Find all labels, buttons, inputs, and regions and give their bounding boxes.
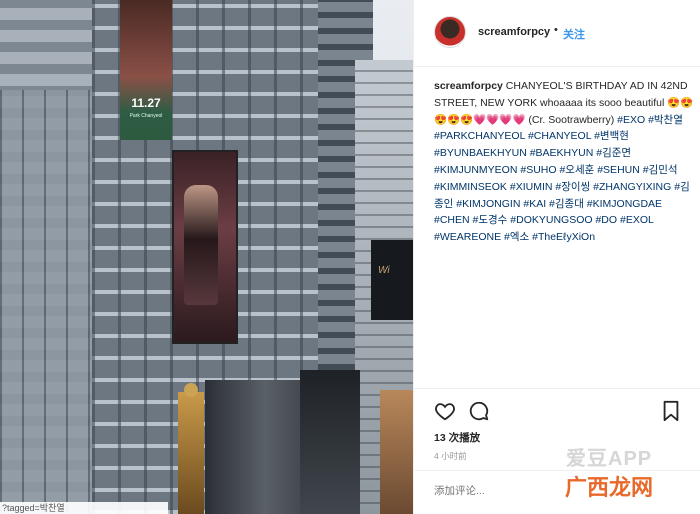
street-tower <box>178 392 204 514</box>
right-sign-text: Wi <box>378 265 390 276</box>
hashtag-link[interactable]: #김종대 <box>549 198 584 210</box>
hashtag-link[interactable]: #KIMJUNMYEON <box>434 164 517 176</box>
hashtag-link[interactable]: #EXO <box>617 114 645 126</box>
avatar[interactable] <box>434 16 466 48</box>
billboard-lower-right <box>300 370 360 514</box>
hashtag-link[interactable]: #DOKYUNGSOO <box>510 214 592 226</box>
hashtag-link[interactable]: #엑소 <box>504 231 529 243</box>
hashtag-link[interactable]: #오세훈 <box>559 164 594 176</box>
hashtag-link[interactable]: #EXOL <box>620 214 653 226</box>
hashtag-link[interactable]: #PARKCHANYEOL <box>434 130 525 142</box>
hashtag-link[interactable]: #BAEKHYUN <box>530 147 594 159</box>
divider <box>414 470 700 471</box>
view-count[interactable]: 13 次播放 <box>434 430 480 445</box>
billboard-figure <box>184 185 218 305</box>
separator-dot: • <box>554 24 558 36</box>
hashtag-link[interactable]: #KAI <box>523 198 546 210</box>
hashtag-link[interactable]: #WEAREONE <box>434 231 501 243</box>
heart-icon[interactable] <box>434 400 456 422</box>
street-tower-top <box>184 383 198 397</box>
tagged-url-overlay: ?tagged=박찬열 <box>0 502 168 514</box>
hashtag-link[interactable]: #ZHANGYIXING <box>593 181 671 193</box>
post-photo[interactable]: 11.27 Park Chanyeol Wi ?tagged=박찬열 <box>0 0 413 514</box>
username-link[interactable]: screamforpcy <box>478 26 550 38</box>
hashtag-link[interactable]: #김준면 <box>596 147 631 159</box>
hashtag-link[interactable]: #SEHUN <box>597 164 640 176</box>
hashtag-link[interactable]: #박찬열 <box>648 114 683 126</box>
caption-hashtags: #EXO #박찬열 #PARKCHANYEOL #CHANYEOL #변백현 #… <box>434 114 690 244</box>
hashtag-link[interactable]: #TheEℓyXiOn <box>532 231 595 243</box>
hashtag-link[interactable]: #XIUMIN <box>510 181 553 193</box>
hashtag-link[interactable]: #BYUNBAEKHYUN <box>434 147 527 159</box>
hashtag-link[interactable]: #DO <box>595 214 617 226</box>
post-caption: screamforpcy CHANYEOL'S BIRTHDAY AD IN 4… <box>434 78 696 246</box>
hashtag-link[interactable]: #SUHO <box>520 164 556 176</box>
billboard-name: Park Chanyeol <box>129 113 163 119</box>
divider <box>414 388 700 389</box>
hashtag-link[interactable]: #CHANYEOL <box>528 130 591 142</box>
bookmark-icon[interactable] <box>660 400 682 422</box>
hashtag-link[interactable]: #도경수 <box>473 214 508 226</box>
follow-button[interactable]: 关注 <box>563 26 585 42</box>
billboard-date: 11.27 <box>131 96 161 110</box>
caption-username-link[interactable]: screamforpcy <box>434 80 503 92</box>
billboard-top: 11.27 Park Chanyeol <box>120 0 172 140</box>
hashtag-link[interactable]: #KIMMINSEOK <box>434 181 507 193</box>
hashtag-link[interactable]: #KIMJONGIN <box>456 198 520 210</box>
post-timestamp[interactable]: 4 小时前 <box>434 450 467 462</box>
building-left-facade <box>0 90 100 514</box>
hashtag-link[interactable]: #변백현 <box>594 130 629 142</box>
watermark-site: 广西龙网 <box>565 475 654 500</box>
post-side-panel: screamforpcy • 关注 screamforpcy CHANYEOL'… <box>413 0 700 514</box>
hashtag-link[interactable]: #CHEN <box>434 214 470 226</box>
right-sign-lower <box>380 390 413 514</box>
hashtag-link[interactable]: #장이씽 <box>555 181 590 193</box>
post-header: screamforpcy • 关注 <box>414 0 700 67</box>
watermark-app: 爱豆APP <box>566 448 653 470</box>
right-sign <box>371 240 413 320</box>
hashtag-link[interactable]: #KIMJONGDAE <box>587 198 662 210</box>
instagram-post-view: 11.27 Park Chanyeol Wi ?tagged=박찬열 screa… <box>0 0 700 514</box>
hashtag-link[interactable]: #김민석 <box>643 164 678 176</box>
comment-icon[interactable] <box>468 400 490 422</box>
